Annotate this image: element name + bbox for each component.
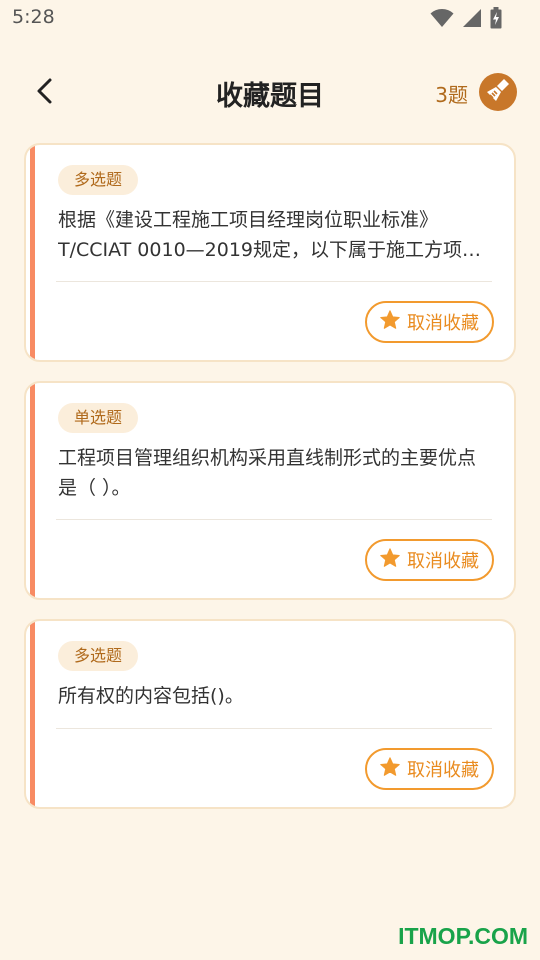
question-text: 所有权的内容包括()。 <box>58 685 244 707</box>
favorites-screen: 5:28 收藏题目 3题 多选题 根据《建设工程施工项目经理岗位职业标准》T/C… <box>0 0 540 960</box>
star-icon <box>379 309 401 336</box>
unfavorite-button[interactable]: 取消收藏 <box>365 539 494 581</box>
unfavorite-label: 取消收藏 <box>407 313 479 334</box>
unfavorite-button[interactable]: 取消收藏 <box>365 748 494 790</box>
question-card[interactable]: 单选题 工程项目管理组织机构采用直线制形式的主要优点是（ ）。 取消收藏 <box>24 381 516 600</box>
question-type-tag: 多选题 <box>58 165 139 195</box>
card-accent-bar <box>30 621 35 807</box>
status-bar: 5:28 <box>0 0 540 38</box>
wifi-icon <box>430 8 454 32</box>
card-divider <box>56 281 492 282</box>
card-accent-bar <box>30 145 35 360</box>
card-divider <box>56 728 492 729</box>
status-icons <box>430 7 502 33</box>
back-button[interactable] <box>22 72 68 114</box>
star-icon <box>379 547 401 574</box>
watermark: ITMOP.COM <box>398 923 528 949</box>
favorite-count: 3题 <box>435 83 468 107</box>
card-accent-bar <box>30 383 35 598</box>
question-type-tag: 多选题 <box>58 641 139 671</box>
chevron-left-icon <box>34 77 56 109</box>
unfavorite-button[interactable]: 取消收藏 <box>365 301 494 343</box>
status-time: 5:28 <box>12 6 55 28</box>
app-header: 收藏题目 3题 <box>0 60 540 126</box>
card-divider <box>56 519 492 520</box>
question-text: 根据《建设工程施工项目经理岗位职业标准》T/CCIAT 0010—2019规定，… <box>58 209 482 261</box>
broom-icon <box>485 77 511 107</box>
star-icon <box>379 756 401 783</box>
question-card[interactable]: 多选题 根据《建设工程施工项目经理岗位职业标准》T/CCIAT 0010—201… <box>24 143 516 362</box>
question-text: 工程项目管理组织机构采用直线制形式的主要优点是（ ）。 <box>58 447 477 499</box>
signal-icon <box>462 8 482 32</box>
question-type-tag: 单选题 <box>58 403 139 433</box>
clear-favorites-button[interactable] <box>479 73 517 111</box>
battery-charging-icon <box>490 7 502 33</box>
question-card[interactable]: 多选题 所有权的内容包括()。 取消收藏 <box>24 619 516 809</box>
unfavorite-label: 取消收藏 <box>407 551 479 572</box>
unfavorite-label: 取消收藏 <box>407 760 479 781</box>
